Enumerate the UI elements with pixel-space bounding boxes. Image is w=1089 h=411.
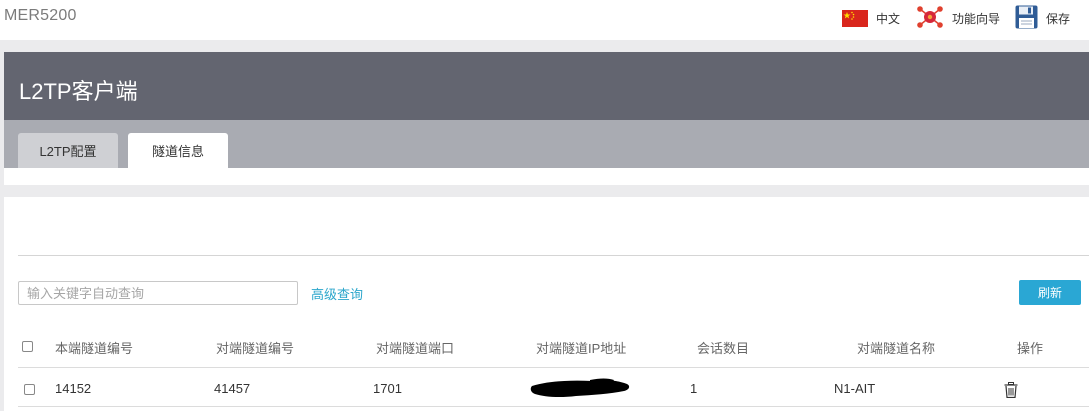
tab-bar: L2TP配置 隧道信息 bbox=[4, 120, 1089, 168]
language-switch[interactable]: 中文 bbox=[842, 6, 900, 30]
tab-tunnel-info[interactable]: 隧道信息 bbox=[128, 133, 228, 168]
column-header-local-tunnel-id[interactable]: 本端隧道编号 bbox=[55, 338, 133, 357]
save-button[interactable]: 保存 bbox=[1015, 5, 1071, 32]
column-header-peer-name[interactable]: 对端隧道名称 bbox=[857, 338, 935, 357]
refresh-button[interactable]: 刷新 bbox=[1019, 280, 1081, 305]
page-banner: L2TP客户端 bbox=[4, 52, 1089, 120]
column-header-session-count[interactable]: 会话数目 bbox=[697, 338, 749, 357]
search-input[interactable] bbox=[18, 281, 298, 305]
section-divider bbox=[4, 185, 1089, 197]
column-header-peer-ip[interactable]: 对端隧道IP地址 bbox=[536, 338, 626, 357]
tab-l2tp-config[interactable]: L2TP配置 bbox=[18, 133, 118, 168]
china-flag-icon bbox=[842, 9, 868, 27]
redacted-peer-ip bbox=[530, 378, 632, 405]
advanced-search-link[interactable]: 高级查询 bbox=[311, 284, 363, 303]
header-divider bbox=[0, 40, 1089, 52]
row-select-checkbox[interactable] bbox=[24, 384, 35, 395]
cell-peer-port: 1701 bbox=[373, 381, 402, 396]
select-all-checkbox[interactable] bbox=[22, 341, 33, 352]
top-header: MER5200 中文 功能向导 保存 bbox=[0, 0, 1089, 40]
wizard-button[interactable]: 功能向导 bbox=[916, 5, 1001, 32]
brand-name: MER5200 bbox=[4, 7, 77, 24]
content-divider bbox=[18, 255, 1089, 256]
network-wizard-icon bbox=[916, 5, 944, 32]
column-header-peer-tunnel-id[interactable]: 对端隧道编号 bbox=[216, 338, 294, 357]
cell-local-tunnel-id: 14152 bbox=[55, 381, 92, 396]
save-label: 保存 bbox=[1046, 11, 1071, 26]
table-row-divider bbox=[18, 406, 1089, 407]
column-header-peer-port[interactable]: 对端隧道端口 bbox=[376, 338, 454, 357]
floppy-disk-icon bbox=[1015, 5, 1038, 32]
cell-session-count: 1 bbox=[690, 381, 698, 396]
cell-peer-name: N1-AIT bbox=[834, 381, 876, 396]
language-label: 中文 bbox=[876, 11, 901, 26]
column-header-actions: 操作 bbox=[1017, 341, 1044, 356]
wizard-label: 功能向导 bbox=[952, 11, 1001, 26]
page-title: L2TP客户端 bbox=[19, 79, 138, 104]
table-header-divider bbox=[18, 367, 1089, 368]
delete-icon[interactable] bbox=[1004, 382, 1018, 403]
cell-peer-tunnel-id: 41457 bbox=[214, 381, 251, 396]
